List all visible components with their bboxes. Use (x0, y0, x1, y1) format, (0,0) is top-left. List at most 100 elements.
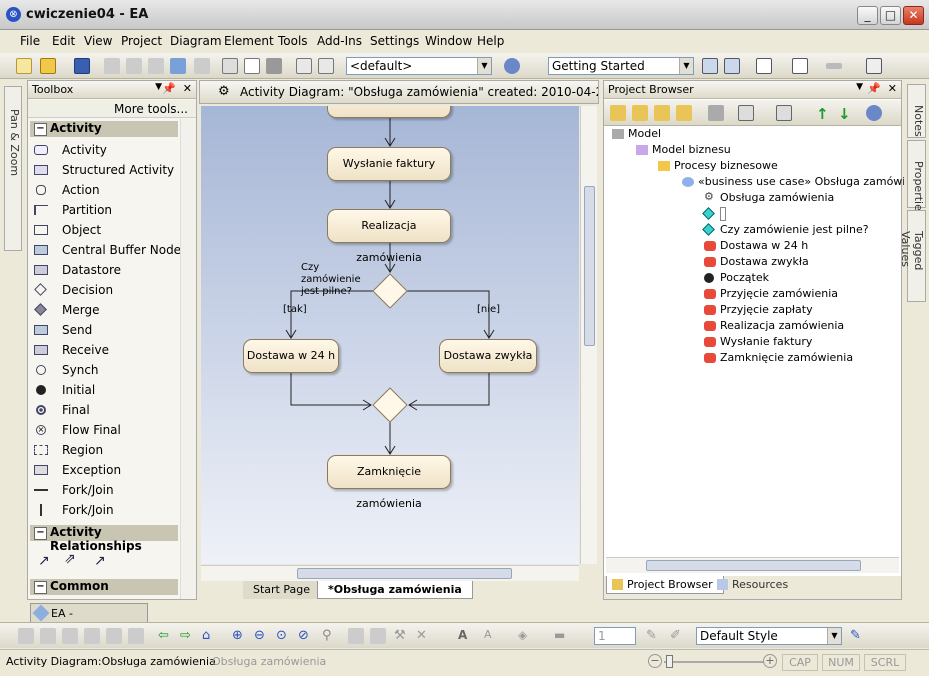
tree-item[interactable]: Przyjęcie zamówienia (704, 286, 838, 302)
forward-icon[interactable]: ⇨ (180, 628, 196, 644)
tree-item[interactable]: Realizacja zamówienia (704, 318, 844, 334)
dropdown-icon[interactable]: ▼ (155, 82, 162, 92)
activity-zamkniecie-zamowienia[interactable]: Zamknięcie zamówienia (327, 455, 451, 510)
image-icon[interactable] (724, 58, 740, 74)
move-down-icon[interactable]: ↓ (838, 105, 854, 123)
tab-project-browser[interactable]: Project Browser (606, 576, 724, 594)
element-props-icon[interactable] (370, 628, 386, 644)
tree-item[interactable]: Dostawa w 24 h (704, 238, 808, 254)
chevron-down-icon[interactable]: ▼ (679, 58, 693, 74)
activity-realizacja-zamowienia[interactable]: Realizacja zamówienia (327, 209, 451, 264)
workspace-combo[interactable]: Getting Started ▼ (548, 57, 694, 75)
page-number-spinner[interactable]: 1 (594, 627, 636, 645)
interrupt-flow-icon[interactable]: ↗ (94, 553, 106, 569)
menu-edit[interactable]: Edit (52, 34, 75, 48)
toolbox-scrollbar[interactable] (180, 119, 196, 599)
menu-view[interactable]: View (84, 34, 112, 48)
tree-item[interactable]: Początek (704, 270, 769, 286)
same-height-icon[interactable] (128, 628, 144, 644)
more-tools-button[interactable]: More tools... (28, 100, 196, 118)
window-icon[interactable] (792, 58, 808, 74)
control-flow-icon[interactable]: ↗ (38, 553, 50, 569)
copy-icon[interactable] (126, 58, 142, 74)
redo-icon[interactable] (194, 58, 210, 74)
activity-top-partial[interactable] (327, 106, 451, 118)
diagram-canvas[interactable]: Wysłanie faktury Realizacja zamówienia C… (201, 106, 579, 564)
tool-exception[interactable]: Exception (34, 461, 121, 479)
diagram-vertical-scrollbar[interactable] (580, 106, 597, 564)
copy-doc-icon[interactable] (866, 58, 882, 74)
tool-initial[interactable]: Initial (34, 381, 95, 399)
view-icon[interactable] (776, 105, 792, 121)
binoculars-icon[interactable] (708, 105, 724, 121)
menu-project[interactable]: Project (121, 34, 162, 48)
new-diagram-icon[interactable] (654, 105, 670, 121)
new-icon[interactable] (16, 58, 32, 74)
open-folder-icon[interactable] (40, 58, 56, 74)
page-icon[interactable] (244, 58, 260, 74)
delete-icon[interactable]: ✕ (416, 628, 432, 644)
pin-icon[interactable]: 📌 (867, 82, 881, 95)
section-activity[interactable]: Activity (30, 121, 178, 137)
layout-icon[interactable] (702, 58, 718, 74)
tool-merge[interactable]: Merge (34, 301, 99, 319)
perspective-combo[interactable]: <default> ▼ (346, 57, 492, 75)
report-icon[interactable] (318, 58, 334, 74)
tool-receive[interactable]: Receive (34, 341, 109, 359)
scroll-thumb[interactable] (646, 560, 861, 571)
activity-wyslanie-faktury[interactable]: Wysłanie faktury (327, 147, 451, 181)
section-activity-relationships[interactable]: Activity Relationships (30, 525, 178, 553)
pin-icon[interactable]: 📌 (162, 82, 176, 95)
align-top-icon[interactable] (62, 628, 78, 644)
notes-tab[interactable]: Notes (907, 84, 926, 138)
tree-item[interactable] (702, 206, 740, 222)
tool-structured-activity[interactable]: Structured Activity (34, 161, 174, 179)
cut-icon[interactable] (104, 58, 120, 74)
rename-edit-box[interactable] (720, 207, 726, 221)
browser-horizontal-scrollbar[interactable] (606, 557, 899, 573)
new-package-icon[interactable] (632, 105, 648, 121)
help-icon[interactable] (504, 58, 520, 74)
section-common[interactable]: Common (30, 579, 178, 595)
new-element-icon[interactable] (676, 105, 692, 121)
diagram-horizontal-scrollbar[interactable] (201, 565, 579, 581)
find-icon[interactable] (222, 58, 238, 74)
font-color-icon[interactable]: A (484, 628, 500, 644)
tool-activity[interactable]: Activity (34, 141, 107, 159)
zoom-in-icon[interactable]: + (763, 654, 777, 668)
tool-region[interactable]: Region (34, 441, 103, 459)
menu-tools[interactable]: Tools (278, 34, 308, 48)
chevron-down-icon[interactable]: ▼ (477, 58, 491, 74)
tool-partition[interactable]: Partition (34, 201, 112, 219)
tool-action[interactable]: Action (34, 181, 100, 199)
format-painter-icon[interactable]: ✎ (646, 628, 662, 644)
line-icon[interactable] (826, 63, 842, 69)
tab-resources[interactable]: Resources (712, 576, 798, 594)
undo-icon[interactable] (170, 58, 186, 74)
new-model-icon[interactable] (610, 105, 626, 121)
style-combo[interactable]: Default Style ▼ (696, 627, 842, 645)
align-bottom-icon[interactable] (84, 628, 100, 644)
menu-settings[interactable]: Settings (370, 34, 419, 48)
tree-model-biznesu[interactable]: Model biznesu (636, 142, 731, 158)
tree-procesy-biznesowe[interactable]: Procesy biznesowe (658, 158, 778, 174)
align-left-icon[interactable] (18, 628, 34, 644)
menu-addins[interactable]: Add-Ins (317, 34, 362, 48)
close-icon[interactable]: ✕ (183, 82, 192, 95)
tool-datastore[interactable]: Datastore (34, 261, 121, 279)
zoom-slider-thumb[interactable] (666, 655, 673, 668)
tree-item[interactable]: Zamknięcie zamówienia (704, 350, 853, 366)
pick-style-icon[interactable]: ✐ (670, 628, 686, 644)
help-icon[interactable] (866, 105, 882, 121)
move-up-icon[interactable]: ↑ (816, 105, 832, 123)
tab-getting-started[interactable]: EA - GettingStarted (30, 603, 148, 633)
calculator-icon[interactable] (296, 58, 312, 74)
fill-color-icon[interactable]: ◈ (518, 628, 534, 644)
menu-window[interactable]: Window (425, 34, 472, 48)
maximize-button[interactable]: □ (880, 6, 901, 25)
object-flow-icon[interactable]: ⇗ (64, 551, 76, 567)
search-icon[interactable]: ⚲ (322, 628, 338, 644)
activity-dostawa-zwykla[interactable]: Dostawa zwykła (439, 339, 537, 373)
chevron-down-icon[interactable]: ▼ (827, 628, 841, 644)
tree-item[interactable]: Czy zamówienie jest pilne? (702, 222, 869, 238)
